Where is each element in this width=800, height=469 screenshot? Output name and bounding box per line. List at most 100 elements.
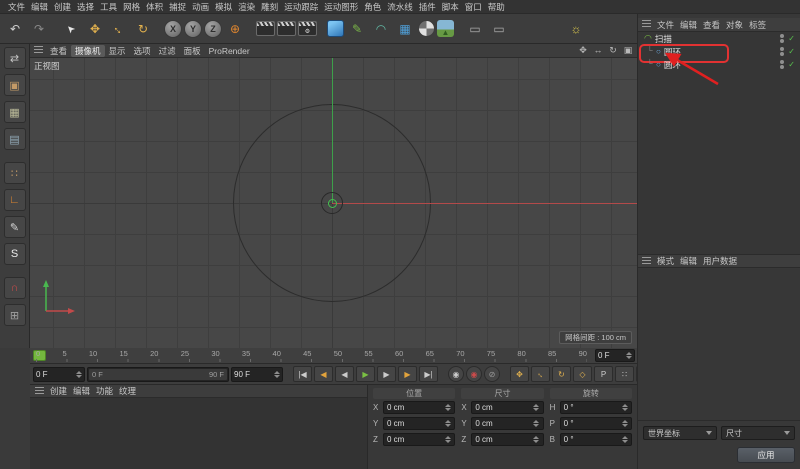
workplane-mode-icon[interactable]: ▤: [3, 128, 26, 150]
menu-item[interactable]: 角色: [361, 1, 384, 13]
enabled-check-icon[interactable]: ✓: [788, 60, 795, 69]
record-parameter-toggle[interactable]: ◇: [573, 366, 592, 382]
object-manager-menu-item[interactable]: 标签: [746, 19, 769, 31]
timeline-ruler[interactable]: 0 5 10 15 20 25 30 35 40 45 50 55 60 65 70 75 80 85 90 0 F: [30, 348, 637, 364]
add-material-icon[interactable]: [418, 20, 435, 37]
position-z-field[interactable]: 0 cm: [383, 433, 456, 446]
ruler-frame-field[interactable]: 0 F: [595, 349, 635, 362]
spinner-icon[interactable]: [444, 420, 451, 427]
size-header[interactable]: 尺寸: [461, 388, 544, 399]
menu-item[interactable]: 运动图形: [321, 1, 361, 13]
play-button[interactable]: ▶: [356, 366, 375, 382]
record-keyframe-button[interactable]: ◉: [448, 366, 464, 382]
menu-item[interactable]: 编辑: [28, 1, 51, 13]
default-light-icon[interactable]: ☼: [565, 18, 587, 40]
pan-view-icon[interactable]: ✥: [577, 45, 589, 56]
current-frame-field[interactable]: 0 F: [33, 366, 85, 382]
add-volume-icon[interactable]: ▦: [394, 18, 416, 40]
menu-item[interactable]: 模拟: [212, 1, 235, 13]
z-axis-lock-icon[interactable]: Z: [204, 19, 222, 38]
menu-item[interactable]: 创建: [51, 1, 74, 13]
viewport-menu-item[interactable]: 查看: [46, 45, 71, 57]
attribute-area[interactable]: [638, 269, 800, 420]
spinner-icon[interactable]: [533, 420, 540, 427]
coordinate-system-dropdown[interactable]: 世界坐标: [643, 426, 717, 440]
menu-item[interactable]: 文件: [5, 1, 28, 13]
scale-tool-icon[interactable]: ↔: [108, 18, 130, 40]
render-view-icon[interactable]: [256, 21, 275, 36]
menu-item[interactable]: 体积: [143, 1, 166, 13]
preview-range-slider[interactable]: 0 F 90 F: [87, 366, 229, 382]
size-y-field[interactable]: 0 cm: [471, 417, 544, 430]
size-z-field[interactable]: 0 cm: [471, 433, 544, 446]
rotation-header[interactable]: 旋转: [549, 388, 632, 399]
rotation-p-field[interactable]: 0 °: [559, 417, 632, 430]
attribute-menu-item[interactable]: 编辑: [677, 255, 700, 267]
spinner-icon[interactable]: [625, 352, 632, 359]
circle-object-row[interactable]: ○ 圆环 ✓: [638, 44, 800, 63]
move-tool-icon[interactable]: ✥: [84, 18, 106, 40]
circle-object-row-2[interactable]: ○ 圆环 ✓: [638, 58, 800, 71]
menu-item[interactable]: 工具: [97, 1, 120, 13]
autokey-button[interactable]: ◉: [466, 366, 482, 382]
attribute-menu-item[interactable]: 模式: [654, 255, 677, 267]
y-axis-lock-icon[interactable]: Y: [184, 19, 202, 38]
record-scale-toggle[interactable]: ↔: [531, 366, 550, 382]
next-key-button[interactable]: ▶: [398, 366, 417, 382]
material-menu-item[interactable]: 编辑: [70, 385, 93, 397]
viewport-menu-item[interactable]: 选项: [130, 45, 155, 57]
spinner-icon[interactable]: [444, 404, 451, 411]
texture-mode-icon[interactable]: ▦: [3, 101, 26, 123]
screen-layout-icon[interactable]: ▭: [488, 18, 510, 40]
spinner-icon[interactable]: [444, 436, 451, 443]
spinner-icon[interactable]: [621, 420, 628, 427]
menu-item[interactable]: 动画: [189, 1, 212, 13]
spinner-icon[interactable]: [621, 404, 628, 411]
add-cube-icon[interactable]: [327, 20, 344, 37]
viewport-menu-item[interactable]: 显示: [105, 45, 130, 57]
menu-item[interactable]: 运动跟踪: [281, 1, 321, 13]
panel-menu-icon[interactable]: [642, 256, 651, 266]
add-spline-icon[interactable]: ✎: [346, 18, 368, 40]
record-point-level-button[interactable]: P: [594, 366, 613, 382]
add-generator-icon[interactable]: ◠: [370, 18, 392, 40]
panel-menu-icon[interactable]: [35, 386, 44, 396]
material-list-area[interactable]: [30, 398, 367, 469]
model-mode-icon[interactable]: ▣: [3, 74, 26, 96]
menu-item[interactable]: 雕刻: [258, 1, 281, 13]
viewport-canvas[interactable]: 正视图 网格间距 : 100 cm: [30, 58, 637, 348]
size-mode-dropdown[interactable]: 尺寸: [721, 426, 795, 440]
redo-icon[interactable]: ↷: [28, 18, 50, 40]
go-to-end-button[interactable]: ▶|: [419, 366, 438, 382]
menu-item[interactable]: 选择: [74, 1, 97, 13]
rotation-b-field[interactable]: 0 °: [559, 433, 632, 446]
undo-icon[interactable]: ↶: [4, 18, 26, 40]
material-menu-item[interactable]: 纹理: [116, 385, 139, 397]
panel-menu-icon[interactable]: [642, 20, 651, 29]
menu-item[interactable]: 脚本: [439, 1, 462, 13]
apply-button[interactable]: 应用: [737, 447, 795, 463]
viewport-menu-item[interactable]: 摄像机: [71, 44, 105, 57]
coordinate-system-icon[interactable]: ⊕: [224, 18, 246, 40]
position-header[interactable]: 位置: [373, 388, 456, 399]
viewport-menu-item[interactable]: 面板: [180, 45, 205, 57]
menu-item[interactable]: 渲染: [235, 1, 258, 13]
material-menu-item[interactable]: 创建: [47, 385, 70, 397]
record-position-toggle[interactable]: ✥: [510, 366, 529, 382]
spinner-icon[interactable]: [75, 371, 82, 378]
rotation-h-field[interactable]: 0 °: [559, 401, 632, 414]
position-x-field[interactable]: 0 cm: [383, 401, 456, 414]
sweep-object-row[interactable]: ◠ 扫描 ✓: [638, 32, 800, 45]
menu-item[interactable]: 插件: [416, 1, 439, 13]
spinner-icon[interactable]: [273, 371, 280, 378]
object-manager-menu-item[interactable]: 文件: [654, 19, 677, 31]
render-settings-icon[interactable]: ⚙: [298, 21, 317, 36]
visibility-dots-icon[interactable]: [780, 33, 785, 44]
enabled-check-icon[interactable]: ✓: [788, 34, 795, 43]
attribute-menu-item[interactable]: 用户数据: [700, 255, 740, 267]
menu-item[interactable]: 流水线: [384, 1, 416, 13]
material-menu-item[interactable]: 功能: [93, 385, 116, 397]
go-to-start-button[interactable]: |◀: [293, 366, 312, 382]
spinner-icon[interactable]: [621, 436, 628, 443]
previous-frame-button[interactable]: ◀: [335, 366, 354, 382]
